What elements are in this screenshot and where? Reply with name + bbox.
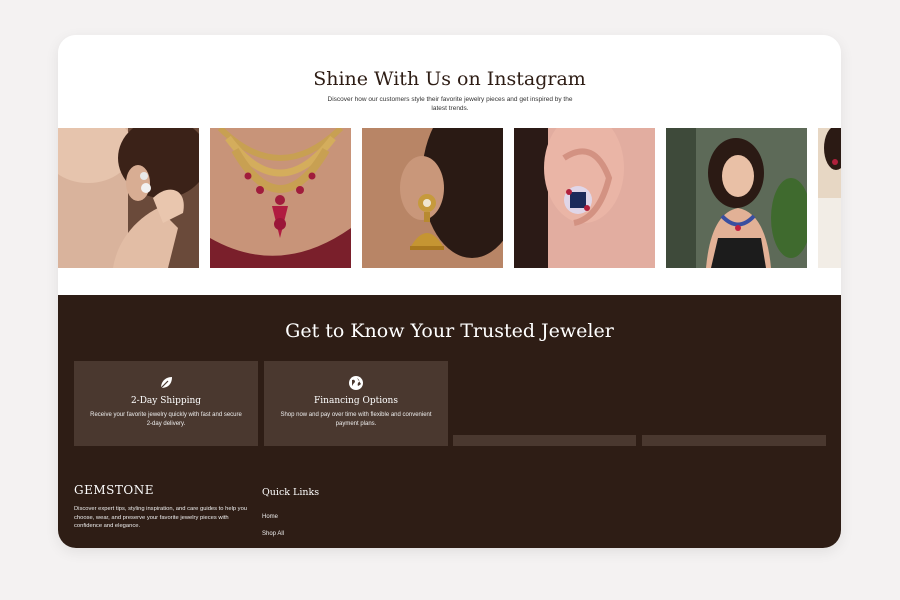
- leaf-icon: [158, 375, 174, 391]
- footer-link-home[interactable]: Home: [262, 514, 278, 520]
- feature-title: Financing Options: [314, 396, 398, 406]
- page-card: Shine With Us on Instagram Discover how …: [58, 35, 841, 548]
- instagram-photo-6[interactable]: [818, 128, 841, 268]
- section-title: Get to Know Your Trusted Jeweler: [285, 320, 614, 342]
- footer-link-shop-all[interactable]: Shop All: [262, 531, 284, 537]
- instagram-photo-2[interactable]: [210, 128, 351, 268]
- instagram-photo-5[interactable]: [666, 128, 807, 268]
- footer-brand-description: Discover expert tips, styling inspiratio…: [74, 506, 248, 529]
- instagram-title: Shine With Us on Instagram: [313, 68, 586, 90]
- feature-card-placeholder: [642, 435, 826, 446]
- feature-card-financing: Financing Options Shop now and pay over …: [264, 361, 448, 446]
- feature-card-placeholder: [453, 435, 636, 446]
- footer-brand-logo[interactable]: GEMSTONE: [74, 483, 154, 497]
- feature-description: Shop now and pay over time with flexible…: [280, 412, 432, 427]
- feature-description: Receive your favorite jewelry quickly wi…: [90, 412, 242, 427]
- instagram-photo-4[interactable]: [514, 128, 655, 268]
- feature-card-shipping: 2-Day Shipping Receive your favorite jew…: [74, 361, 258, 446]
- feature-title: 2-Day Shipping: [130, 396, 202, 406]
- instagram-subtitle: Discover how our customers style their f…: [327, 96, 573, 112]
- instagram-section: Shine With Us on Instagram Discover how …: [58, 35, 841, 295]
- quick-links-title: Quick Links: [262, 487, 320, 498]
- instagram-photo-1[interactable]: [58, 128, 199, 268]
- instagram-photo-3[interactable]: [362, 128, 503, 268]
- globe-icon: [348, 375, 364, 391]
- trusted-jeweler-section: Get to Know Your Trusted Jeweler 2-Day S…: [58, 295, 841, 548]
